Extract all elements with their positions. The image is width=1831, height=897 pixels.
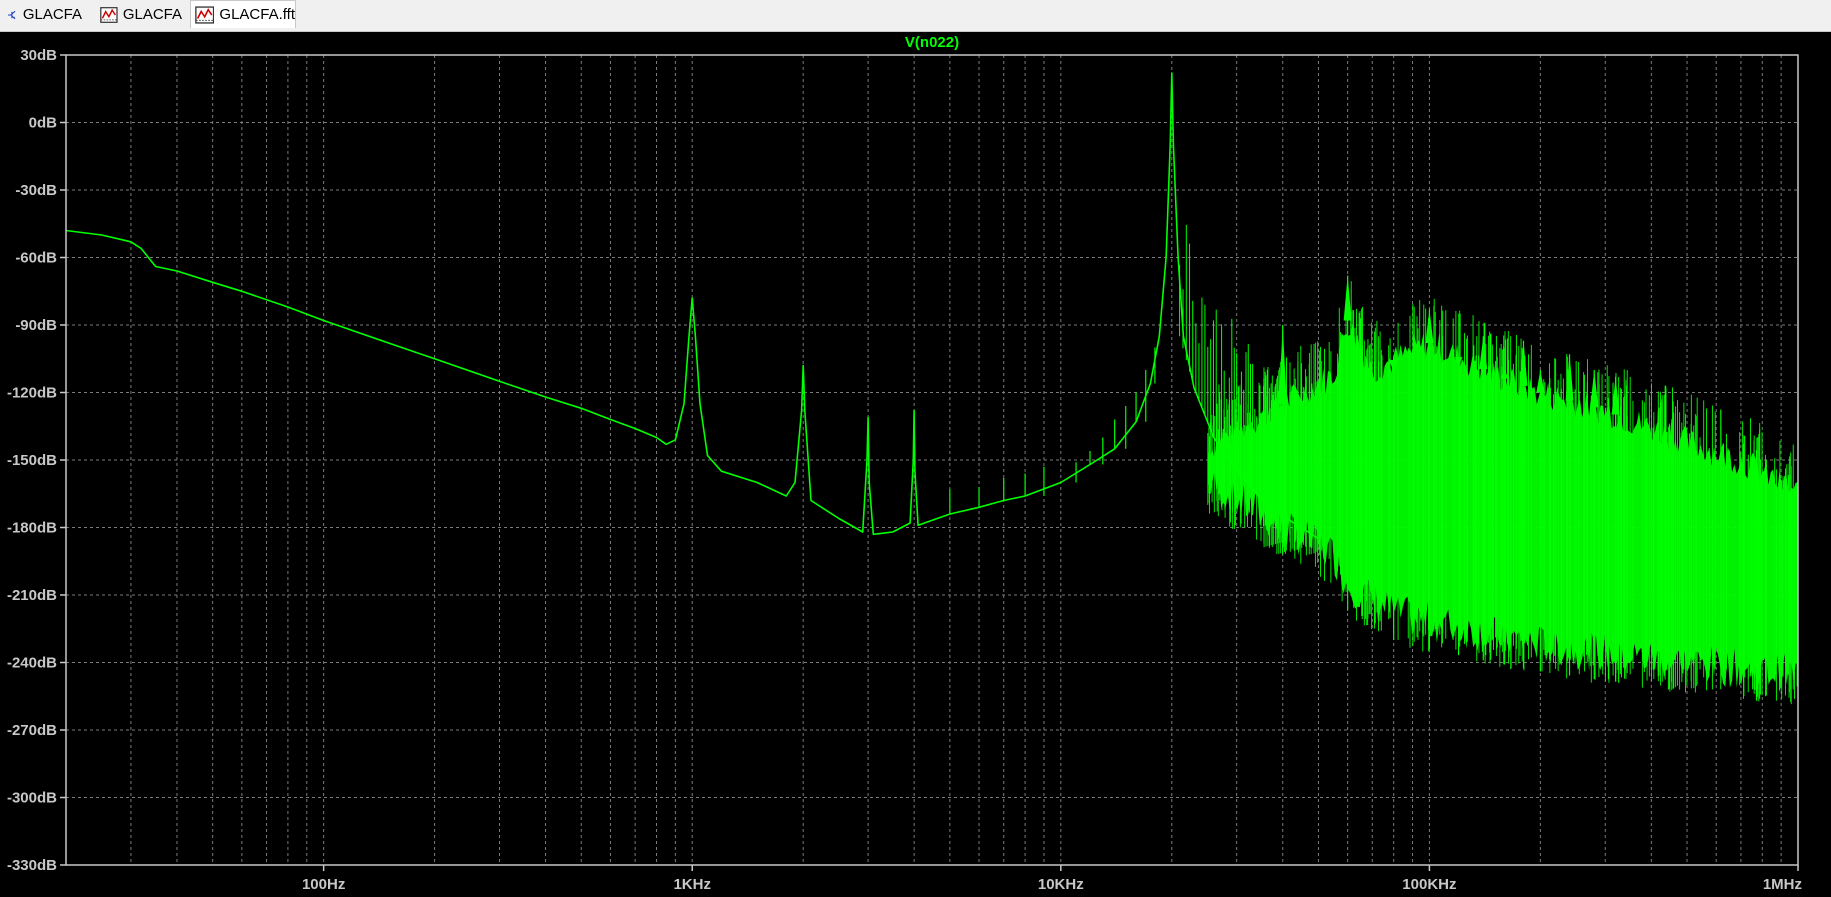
x-axis: 100Hz 1KHz 10KHz 100KHz 1MHz — [302, 865, 1802, 893]
y-tick-label: 0dB — [29, 115, 58, 132]
waveform-icon — [195, 5, 215, 24]
x-tick-label: 100KHz — [1402, 876, 1456, 893]
trace-layer — [65, 72, 1319, 540]
y-tick-label: -300dB — [7, 790, 57, 807]
tab-glacfa-schematic[interactable]: GLACFA — [2, 1, 82, 28]
y-tick-label: -120dB — [7, 385, 57, 402]
x-tick-label: 1MHz — [1763, 876, 1802, 893]
y-tick-label: -180dB — [7, 520, 57, 537]
waveform-plot-pane[interactable]: 30dB 0dB -30dB -60dB -90dB -120dB -150dB -180dB… — [0, 32, 1831, 897]
fft-chart[interactable]: 30dB 0dB -30dB -60dB -90dB -120dB -150dB -180dB… — [0, 32, 1831, 897]
tab-label: GLACFA — [122, 6, 182, 23]
y-tick-label: -270dB — [7, 722, 57, 739]
y-tick-label: -210dB — [7, 587, 57, 604]
trace-title[interactable]: V(n022) — [905, 34, 959, 51]
document-tab-bar: GLACFA GLACFA GLACFA.fft — [0, 0, 1831, 32]
y-axis: 30dB 0dB -30dB -60dB -90dB -120dB -150dB -180dB… — [7, 47, 66, 874]
noise-floor-band — [1207, 275, 1798, 705]
fft-trace-line — [65, 72, 1319, 540]
y-tick-label: 30dB — [20, 47, 57, 64]
waveform-icon — [100, 6, 118, 23]
x-tick-label: 100Hz — [302, 876, 345, 893]
tab-label: GLACFA.fft — [219, 6, 295, 23]
x-tick-label: 10KHz — [1038, 876, 1084, 893]
tab-glacfa-fft[interactable]: GLACFA.fft — [190, 0, 296, 28]
y-tick-label: -240dB — [7, 655, 57, 672]
y-tick-label: -30dB — [15, 182, 57, 199]
y-tick-label: -60dB — [15, 250, 57, 267]
y-tick-label: -90dB — [15, 317, 57, 334]
x-tick-label: 1KHz — [673, 876, 711, 893]
tab-glacfa-waveform[interactable]: GLACFA — [96, 1, 182, 28]
tab-label: GLACFA — [22, 6, 82, 23]
y-tick-label: -330dB — [7, 857, 57, 874]
schematic-icon — [8, 10, 16, 19]
y-tick-label: -150dB — [7, 452, 57, 469]
